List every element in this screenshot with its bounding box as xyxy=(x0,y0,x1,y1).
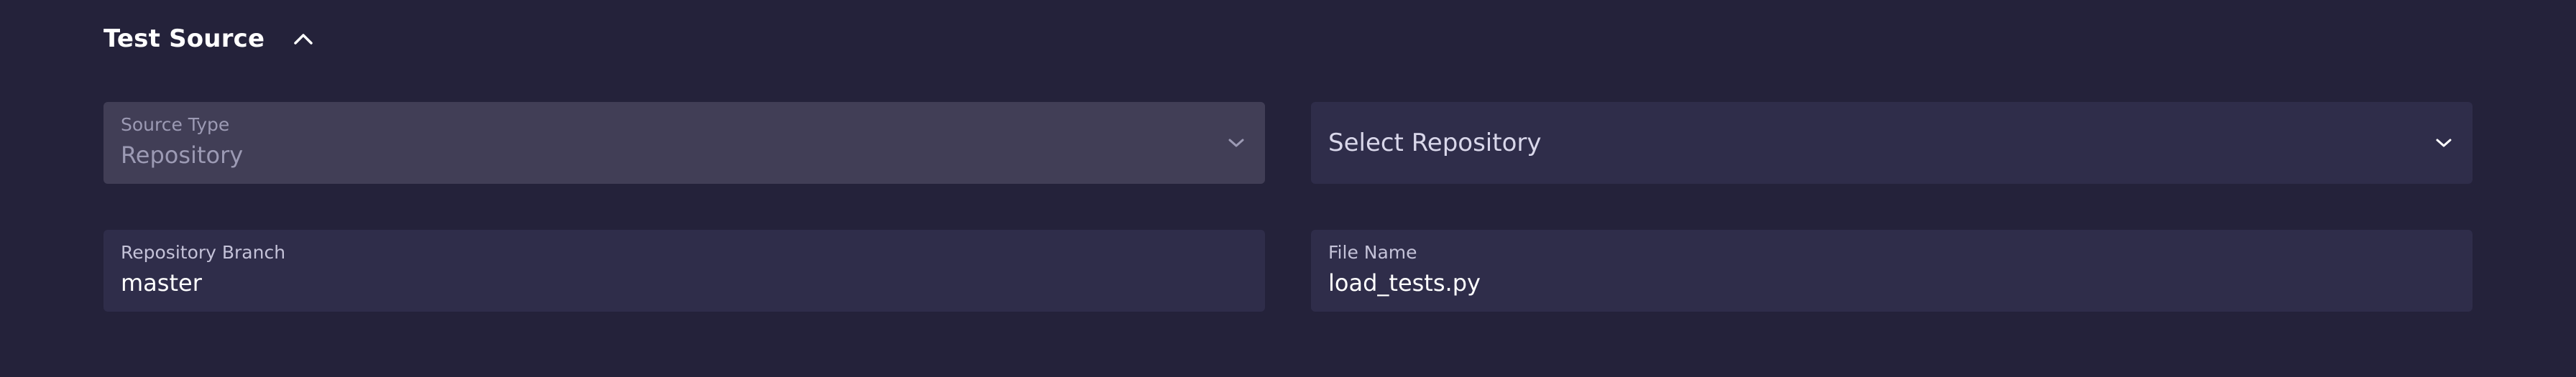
chevron-up-icon xyxy=(294,34,313,45)
repository-branch-label: Repository Branch xyxy=(121,242,286,263)
section-title: Test Source xyxy=(104,24,265,53)
repository-branch-field[interactable]: Repository Branch master xyxy=(104,230,1265,312)
chevron-down-icon xyxy=(2431,102,2457,184)
source-type-select[interactable]: Source Type Repository xyxy=(104,102,1265,184)
repository-branch-value: master xyxy=(121,269,202,297)
section-header: Test Source xyxy=(104,22,319,55)
repository-select[interactable]: Select Repository xyxy=(1311,102,2472,184)
file-name-value: load_tests.py xyxy=(1328,269,1481,297)
file-name-label: File Name xyxy=(1328,242,1417,263)
source-type-value: Repository xyxy=(121,141,244,169)
repository-placeholder: Select Repository xyxy=(1328,129,1542,157)
chevron-down-icon xyxy=(1223,102,1249,184)
collapse-section-button[interactable] xyxy=(288,23,319,55)
source-type-label: Source Type xyxy=(121,114,230,135)
file-name-field[interactable]: File Name load_tests.py xyxy=(1311,230,2472,312)
